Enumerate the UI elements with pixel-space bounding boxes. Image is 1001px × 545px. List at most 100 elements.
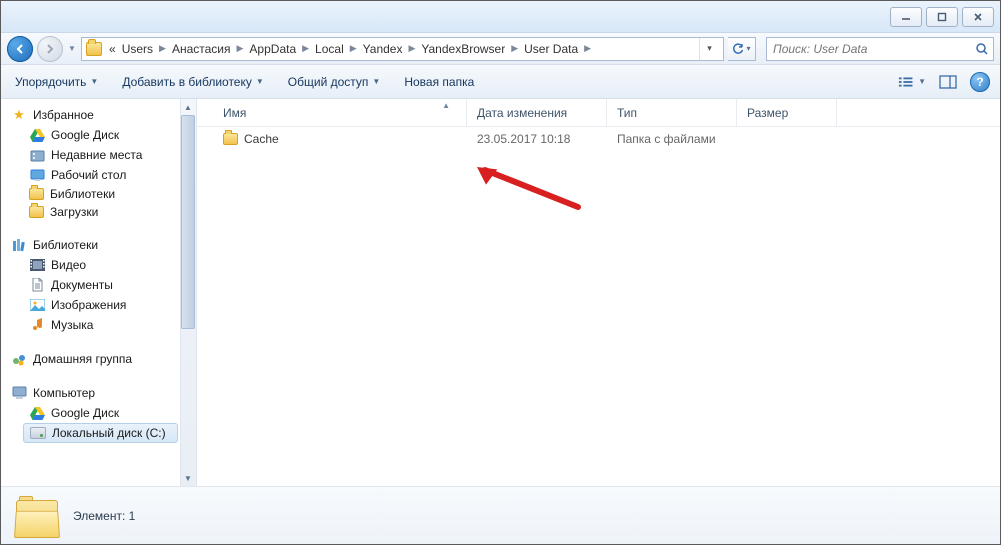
sidebar-item-local-disk-c[interactable]: Локальный диск (C:) [23,423,178,443]
command-bar: Упорядочить▼ Добавить в библиотеку▼ Общи… [1,65,1000,99]
chevron-right-icon[interactable]: ▶ [582,43,593,54]
sidebar-item-recent[interactable]: Недавние места [1,145,196,165]
sidebar-favorites-header[interactable]: ★Избранное [1,105,196,125]
close-button[interactable] [962,7,994,27]
view-options-button[interactable]: ▼ [898,70,926,94]
table-row[interactable]: Cache 23.05.2017 10:18 Папка с файлами [197,127,1000,151]
cell-date: 23.05.2017 10:18 [467,132,607,146]
cell-name[interactable]: Cache [213,132,467,146]
sidebar-item-video[interactable]: Видео [1,255,196,275]
nav-history-dropdown[interactable]: ▼ [67,44,77,53]
preview-pane-button[interactable] [934,70,962,94]
minimize-button[interactable] [890,7,922,27]
sidebar-item-libraries-link[interactable]: Библиотеки [1,185,196,203]
sidebar-item-label: Google Диск [51,128,119,142]
sort-indicator-icon: ▲ [442,99,456,110]
sidebar-item-google-drive-2[interactable]: Google Диск [1,403,196,423]
breadcrumb-item[interactable]: AppData [247,42,298,56]
folder-large-icon [13,494,61,538]
breadcrumb-item[interactable]: Users [120,42,155,56]
chevron-right-icon[interactable]: ▶ [348,43,359,54]
chevron-right-icon[interactable]: ▶ [509,43,520,54]
breadcrumb-item[interactable]: User Data [522,42,580,56]
computer-icon [11,385,27,401]
maximize-button[interactable] [926,7,958,27]
address-bar[interactable]: « Users▶ Анастасия▶ AppData▶ Local▶ Yand… [81,37,724,61]
scrollbar-thumb[interactable] [181,115,195,329]
breadcrumb-prefix: « [107,42,118,56]
video-icon [29,257,45,273]
sidebar-item-label: Рабочий стол [51,168,126,182]
chevron-right-icon[interactable]: ▶ [406,43,417,54]
refresh-button[interactable]: ▾ [728,37,756,61]
folder-icon [29,188,44,200]
include-button[interactable]: Добавить в библиотеку▼ [118,72,267,92]
sidebar-item-pictures[interactable]: Изображения [1,295,196,315]
sidebar-item-label: Google Диск [51,406,119,420]
scroll-up-button[interactable]: ▲ [180,99,196,115]
navigation-bar: ▼ « Users▶ Анастасия▶ AppData▶ Local▶ Ya… [1,33,1000,65]
chevron-right-icon[interactable]: ▶ [235,43,246,54]
navigation-pane[interactable]: ▲ ▼ ★Избранное Google Диск Недавние мест… [1,99,197,486]
breadcrumb-item[interactable]: Анастасия [170,42,233,56]
folder-icon [29,206,44,218]
sidebar-item-label: Документы [51,278,113,292]
search-icon[interactable] [975,42,989,56]
folder-icon [86,42,102,56]
sidebar-item-label: Локальный диск (C:) [52,426,166,440]
organize-button[interactable]: Упорядочить▼ [11,72,102,92]
homegroup-icon [11,351,27,367]
chevron-right-icon[interactable]: ▶ [157,43,168,54]
sidebar-item-label: Библиотеки [50,187,115,201]
googledrive-icon [29,405,45,421]
libraries-icon [11,237,27,253]
titlebar [1,1,1000,33]
back-button[interactable] [7,36,33,62]
desktop-icon [29,167,45,183]
sidebar-computer-header[interactable]: Компьютер [1,383,196,403]
sidebar-item-label: Видео [51,258,86,272]
chevron-right-icon[interactable]: ▶ [300,43,311,54]
search-input[interactable] [771,41,975,57]
sidebar-item-label: Изображения [51,298,126,312]
sidebar-item-documents[interactable]: Документы [1,275,196,295]
sidebar-item-label: Загрузки [50,205,98,219]
breadcrumb-item[interactable]: Local [313,42,346,56]
new-folder-button[interactable]: Новая папка [400,72,478,92]
sidebar-item-label: Недавние места [51,148,142,162]
file-list[interactable]: Cache 23.05.2017 10:18 Папка с файлами [197,127,1000,486]
sidebar-item-music[interactable]: Музыка [1,315,196,335]
forward-button[interactable] [37,36,63,62]
sidebar-item-desktop[interactable]: Рабочий стол [1,165,196,185]
drive-icon [30,427,46,439]
breadcrumb-item[interactable]: YandexBrowser [419,42,507,56]
sidebar-item-downloads[interactable]: Загрузки [1,203,196,221]
sidebar-libraries-header[interactable]: Библиотеки [1,235,196,255]
column-header-name[interactable]: Имя▲ [213,99,467,126]
document-icon [29,277,45,293]
folder-icon [223,133,238,145]
star-icon: ★ [11,107,27,123]
recent-icon [29,147,45,163]
body: ▲ ▼ ★Избранное Google Диск Недавние мест… [1,99,1000,486]
explorer-window: ▼ « Users▶ Анастасия▶ AppData▶ Local▶ Ya… [0,0,1001,545]
column-header-size[interactable]: Размер [737,99,837,126]
pictures-icon [29,297,45,313]
cell-type: Папка с файлами [607,132,737,146]
scroll-down-button[interactable]: ▼ [180,470,196,486]
help-button[interactable]: ? [970,72,990,92]
sidebar-homegroup-header[interactable]: Домашняя группа [1,349,196,369]
column-header-date[interactable]: Дата изменения [467,99,607,126]
search-box[interactable] [766,37,994,61]
content-pane: Имя▲ Дата изменения Тип Размер Cache 23.… [197,99,1000,486]
address-dropdown[interactable]: ▾ [699,38,719,60]
music-icon [29,317,45,333]
sidebar-item-google-drive[interactable]: Google Диск [1,125,196,145]
details-pane: Элемент: 1 [1,486,1000,544]
column-headers: Имя▲ Дата изменения Тип Размер [197,99,1000,127]
share-button[interactable]: Общий доступ▼ [284,72,385,92]
annotation-red-arrow [473,165,583,215]
googledrive-icon [29,127,45,143]
breadcrumb-item[interactable]: Yandex [361,42,405,56]
column-header-type[interactable]: Тип [607,99,737,126]
